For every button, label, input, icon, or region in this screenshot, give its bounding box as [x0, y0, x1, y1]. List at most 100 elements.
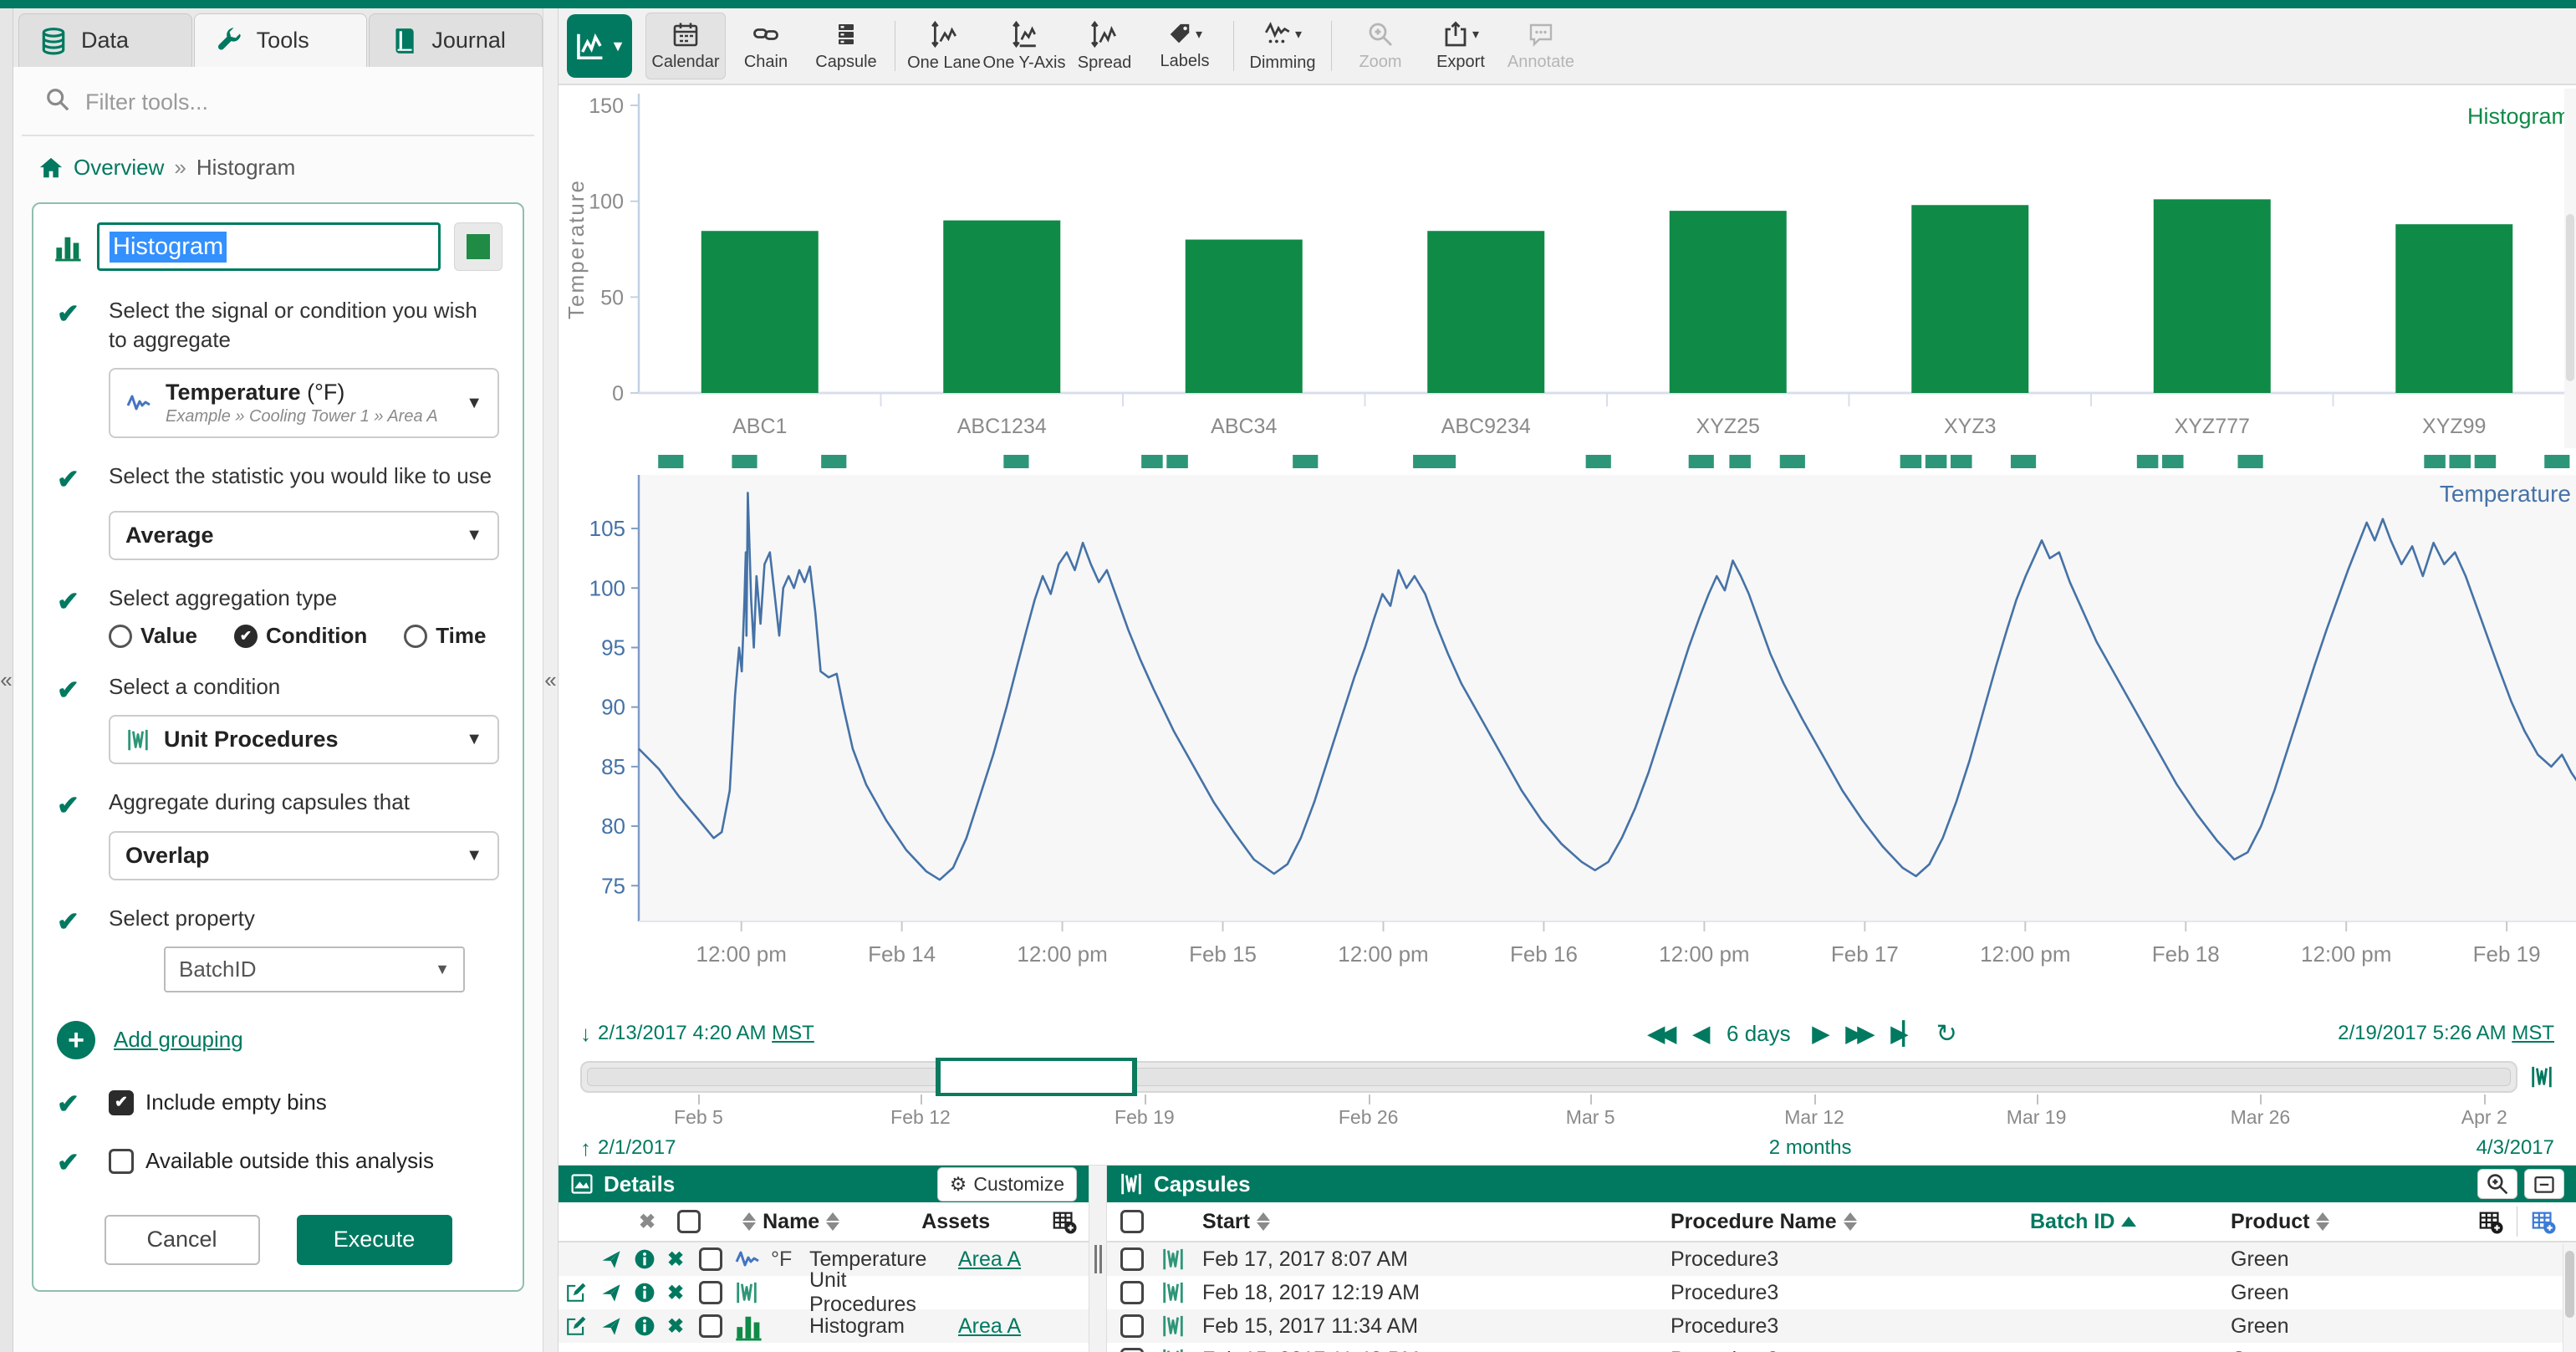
- filter-tools-input[interactable]: [85, 89, 420, 115]
- remove-item-icon[interactable]: ✖: [667, 1314, 699, 1339]
- capsules-column-procedure-name[interactable]: Procedure Name: [1671, 1210, 2030, 1234]
- tab-journal[interactable]: Journal: [369, 13, 543, 67]
- info-icon[interactable]: [634, 1282, 667, 1304]
- rocket-icon[interactable]: [600, 1315, 634, 1337]
- selection-left-handle[interactable]: [936, 1058, 941, 1096]
- statistic-dropdown[interactable]: Average ▼: [109, 511, 499, 560]
- timeline-track[interactable]: [580, 1061, 2517, 1093]
- chart-area[interactable]: 050100150TemperatureABC1ABC1234ABC34ABC9…: [559, 85, 2576, 1014]
- toolbar-export-button[interactable]: ▾Export: [1421, 13, 1501, 79]
- capsule-row[interactable]: Feb 15, 2017 11:43 PMProcedure3Green: [1107, 1343, 2576, 1352]
- select-all-capsules-checkbox[interactable]: [1120, 1210, 1144, 1233]
- step-back-button[interactable]: ◀: [1693, 1021, 1705, 1047]
- toolbar-one-lane-button[interactable]: One Lane: [904, 13, 984, 79]
- include-empty-bins-checkbox[interactable]: ✔: [109, 1090, 134, 1115]
- left-collapse-rail[interactable]: «: [0, 8, 13, 1352]
- selection-right-handle[interactable]: [1132, 1058, 1137, 1096]
- zoom-to-capsule-button[interactable]: [2477, 1169, 2517, 1199]
- execute-button[interactable]: Execute: [297, 1215, 452, 1265]
- sort-type-control[interactable]: [742, 1212, 756, 1231]
- radio-circle[interactable]: [404, 625, 427, 648]
- details-name-column[interactable]: Name: [763, 1210, 819, 1234]
- range-start[interactable]: 2/13/2017 4:20 AM MST: [598, 1022, 814, 1045]
- details-row-histogram[interactable]: ✖HistogramArea A: [559, 1309, 1089, 1343]
- collapse-sidebar-icon[interactable]: «: [544, 667, 556, 693]
- range-start-tz[interactable]: MST: [772, 1022, 814, 1044]
- capsule-checkbox[interactable]: [1120, 1281, 1144, 1304]
- capsule-row[interactable]: Feb 15, 2017 11:34 AMProcedure3Green: [1107, 1309, 2576, 1343]
- sort-control[interactable]: [1844, 1212, 1857, 1231]
- range-end-tz[interactable]: MST: [2512, 1022, 2554, 1044]
- minimize-panel-button[interactable]: [2524, 1169, 2564, 1199]
- row-checkbox[interactable]: [699, 1281, 722, 1304]
- radio-value[interactable]: Value: [109, 623, 197, 649]
- remove-all-icon[interactable]: ✖: [639, 1210, 655, 1234]
- add-column-icon[interactable]: [1052, 1209, 1077, 1234]
- edit-icon[interactable]: [565, 1282, 600, 1304]
- collapse-left-icon[interactable]: «: [0, 667, 12, 693]
- capsule-checkbox[interactable]: [1120, 1348, 1144, 1352]
- available-outside-checkbox[interactable]: [109, 1149, 134, 1174]
- asset-link[interactable]: Area A: [958, 1314, 1021, 1339]
- breadcrumb-overview-link[interactable]: Overview: [74, 155, 164, 181]
- chart-scrollbar[interactable]: [2564, 89, 2576, 448]
- sort-name-control[interactable]: [826, 1212, 839, 1231]
- details-assets-column[interactable]: Assets: [921, 1210, 990, 1234]
- tab-tools[interactable]: Tools: [194, 13, 368, 67]
- toolbar-dimming-button[interactable]: ▾Dimming: [1242, 13, 1323, 79]
- capsule-row[interactable]: Feb 18, 2017 12:19 AMProcedure3Green: [1107, 1276, 2576, 1309]
- temperature-trend-chart[interactable]: 758085909510010512:00 pmFeb 1412:00 pmFe…: [559, 453, 2576, 1001]
- capsules-column-start[interactable]: Start: [1202, 1210, 1671, 1234]
- toolbar-capsule-button[interactable]: Capsule: [806, 13, 886, 79]
- step-forward-fast-button[interactable]: ▶▶: [1846, 1021, 1870, 1047]
- color-swatch-button[interactable]: [454, 222, 502, 271]
- add-grouping-link[interactable]: Add grouping: [114, 1027, 243, 1053]
- step-forward-button[interactable]: ▶: [1813, 1021, 1824, 1047]
- tool-name-input[interactable]: Histogram: [97, 222, 441, 271]
- toolbar-calendar-button[interactable]: Calendar: [645, 13, 726, 79]
- radio-circle[interactable]: ✔: [234, 625, 258, 648]
- add-column-icon[interactable]: [2478, 1209, 2503, 1234]
- step-to-end-button[interactable]: ▶▏: [1891, 1021, 1915, 1047]
- range-duration[interactable]: 6 days: [1727, 1021, 1791, 1047]
- capsule-track-button[interactable]: [2529, 1064, 2554, 1089]
- capsules-column-batch-id[interactable]: Batch ID: [2030, 1210, 2231, 1234]
- toolbar-spread-button[interactable]: Spread: [1064, 13, 1145, 79]
- info-icon[interactable]: [634, 1315, 667, 1337]
- radio-condition[interactable]: ✔Condition: [234, 623, 367, 649]
- property-select[interactable]: BatchID ▼: [164, 946, 465, 992]
- panel-splitter[interactable]: [1089, 1166, 1107, 1352]
- select-all-checkbox[interactable]: [677, 1210, 701, 1233]
- cancel-button[interactable]: Cancel: [105, 1215, 260, 1265]
- capsules-scrollbar[interactable]: [2563, 1244, 2576, 1352]
- capsule-checkbox[interactable]: [1120, 1314, 1144, 1338]
- investigate-start[interactable]: 2/1/2017: [598, 1136, 676, 1160]
- row-checkbox[interactable]: [699, 1247, 722, 1271]
- capsules-column-product[interactable]: Product: [2231, 1210, 2478, 1234]
- toolbar-one-y-axis-button[interactable]: One Y-Axis: [984, 13, 1064, 79]
- capsule-row[interactable]: Feb 17, 2017 8:07 AMProcedure3Green: [1107, 1242, 2576, 1276]
- customize-button[interactable]: ⚙ Customize: [937, 1167, 1077, 1201]
- range-end[interactable]: 2/19/2017 5:26 AM MST: [2338, 1022, 2554, 1045]
- remove-item-icon[interactable]: ✖: [667, 1281, 699, 1305]
- radio-circle[interactable]: [109, 625, 132, 648]
- toolbar-chain-button[interactable]: Chain: [726, 13, 806, 79]
- timeline-selection-window[interactable]: [936, 1058, 1137, 1096]
- histogram-chart[interactable]: 050100150TemperatureABC1ABC1234ABC34ABC9…: [559, 85, 2576, 453]
- edit-icon[interactable]: [565, 1315, 600, 1337]
- step-back-fast-button[interactable]: ◀◀: [1648, 1021, 1671, 1047]
- sort-control[interactable]: [2316, 1212, 2329, 1231]
- refresh-icon[interactable]: ↻: [1936, 1019, 1957, 1048]
- info-icon[interactable]: [634, 1248, 667, 1270]
- row-checkbox[interactable]: [699, 1314, 722, 1338]
- rocket-icon[interactable]: [600, 1282, 634, 1304]
- investigate-duration[interactable]: 2 months: [1769, 1136, 1852, 1160]
- remove-item-icon[interactable]: ✖: [667, 1247, 699, 1272]
- add-grouping-row[interactable]: + Add grouping: [57, 1021, 499, 1059]
- signal-dropdown[interactable]: Temperature (°F) Example » Cooling Tower…: [109, 368, 499, 438]
- overlap-dropdown[interactable]: Overlap ▼: [109, 831, 499, 880]
- capsule-checkbox[interactable]: [1120, 1247, 1144, 1271]
- radio-time[interactable]: Time: [404, 623, 486, 649]
- chart-type-button[interactable]: ▼: [567, 14, 632, 78]
- details-row-unit-procedures[interactable]: ✖Unit Procedures: [559, 1276, 1089, 1309]
